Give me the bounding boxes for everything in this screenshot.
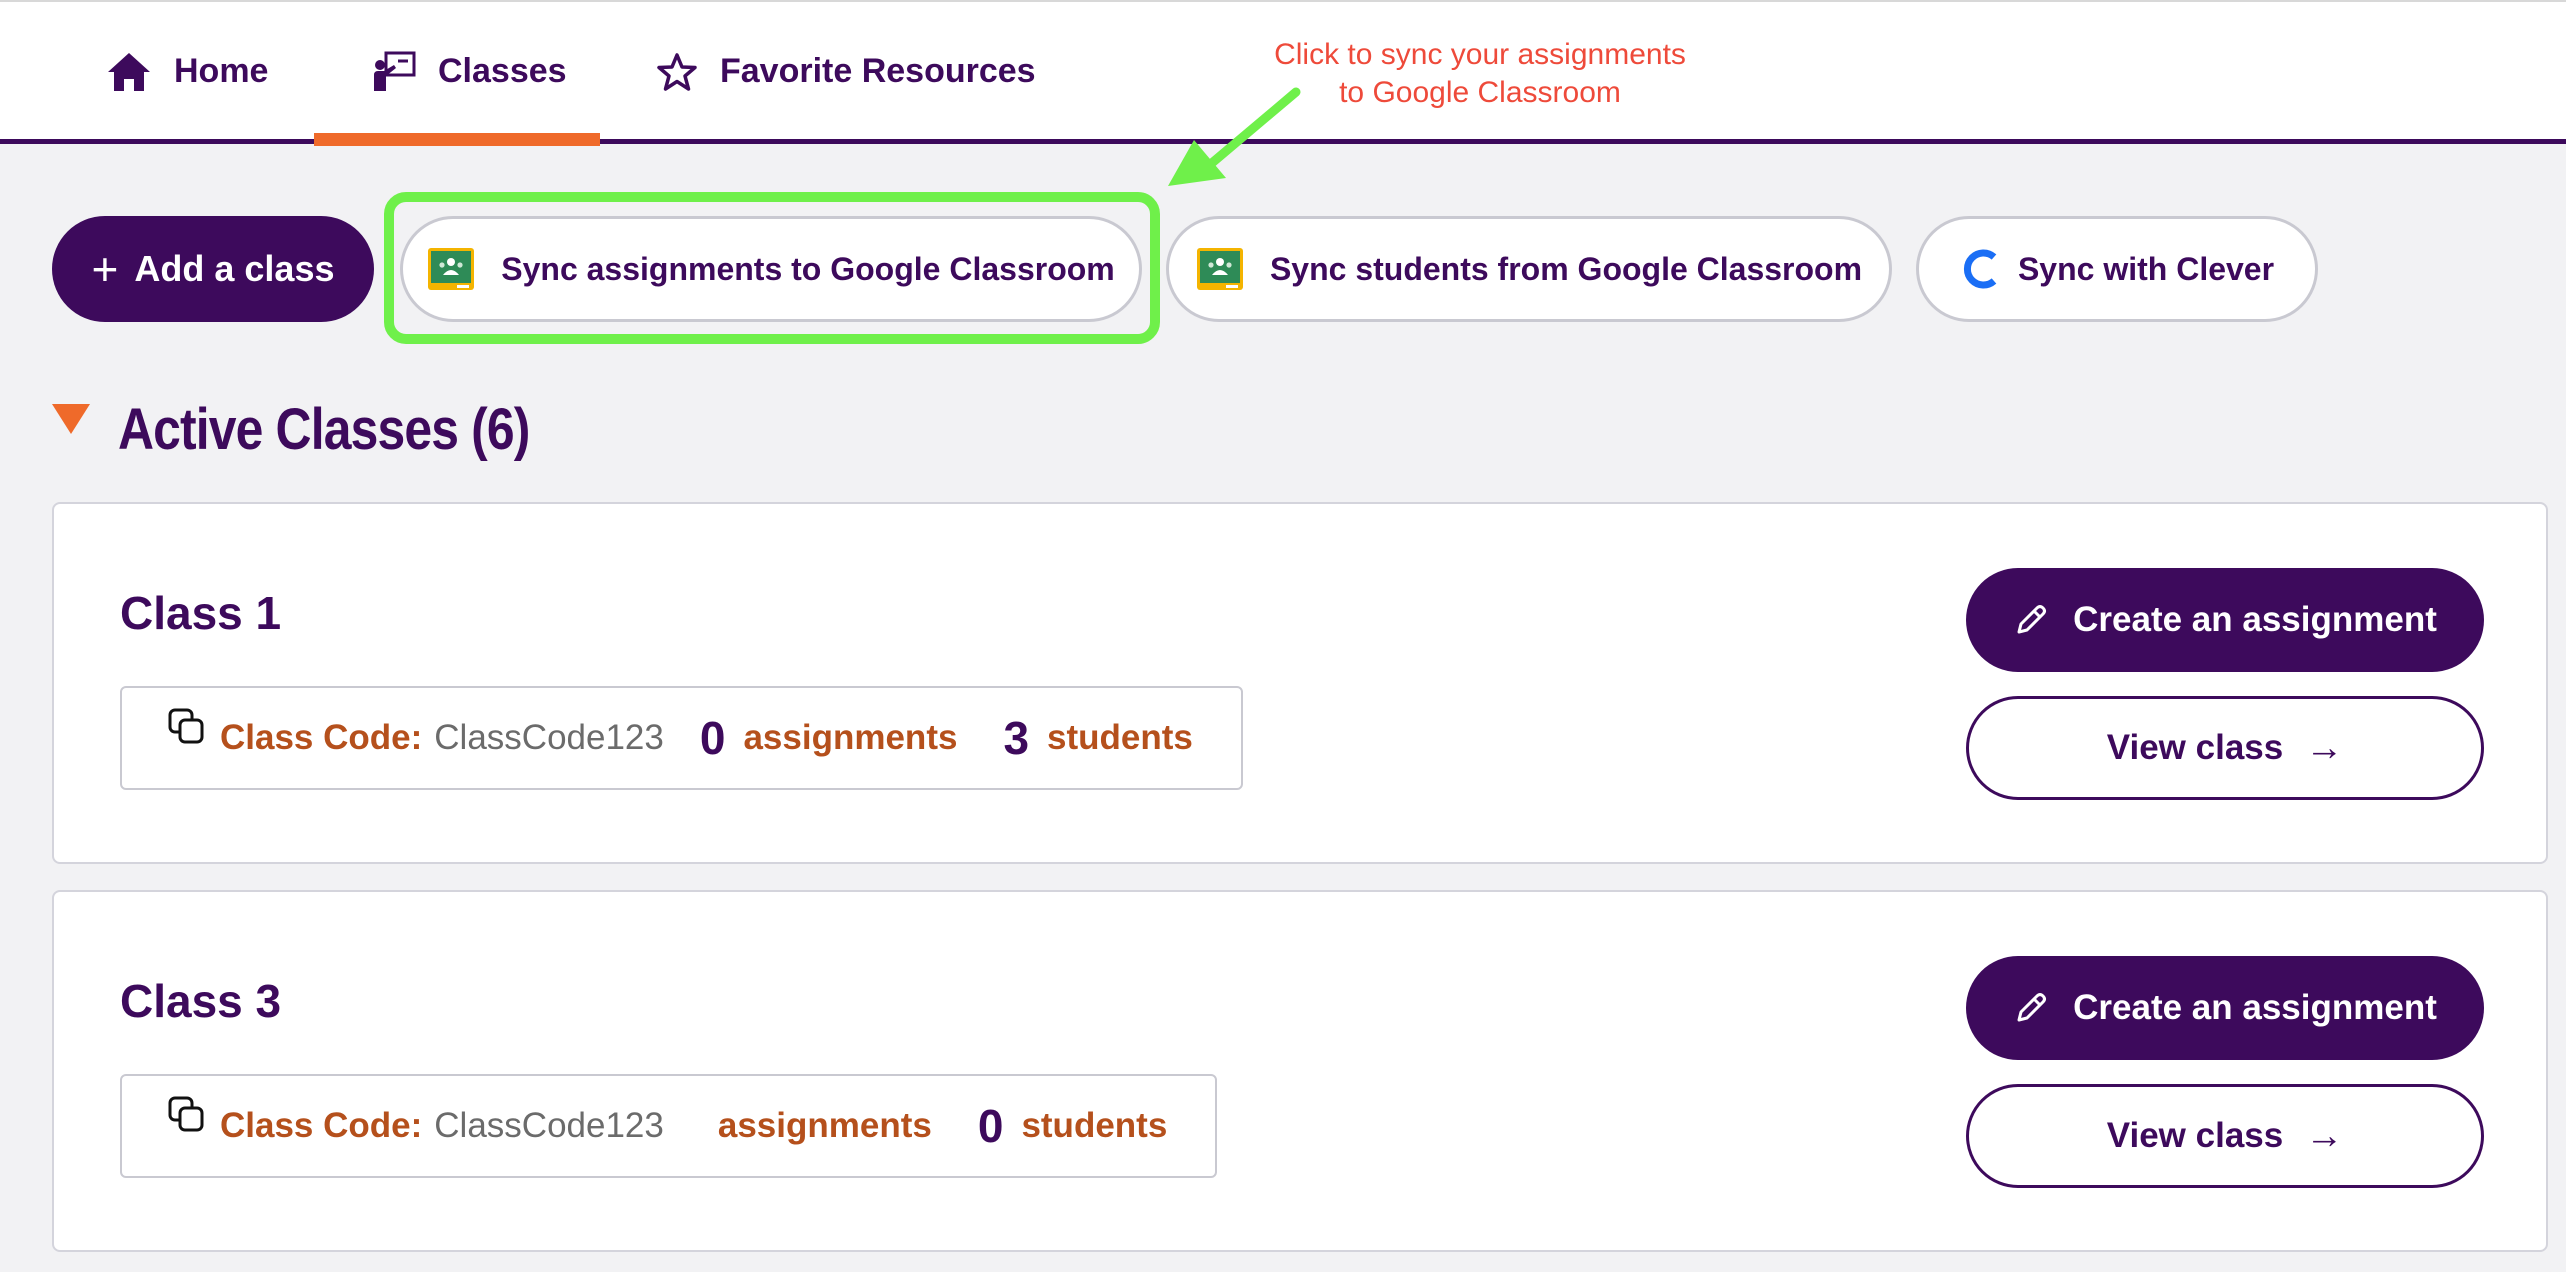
students-label: students — [1021, 1106, 1168, 1145]
add-class-label: Add a class — [134, 248, 335, 289]
view-class-label: View class — [2106, 728, 2284, 767]
pencil-icon — [2013, 602, 2049, 638]
active-classes-header[interactable]: Active Classes (6) — [52, 396, 596, 463]
google-classroom-icon — [1196, 247, 1244, 291]
annotation-arrow-icon — [1168, 87, 1301, 186]
students-label: students — [1047, 718, 1193, 757]
nav-item-home-label: Home — [174, 52, 269, 90]
nav-item-favorite-resources[interactable]: Favorite Resources — [656, 2, 1036, 141]
sync-with-clever-label: Sync with Clever — [2017, 250, 2275, 287]
class-card: Class 1 Class Code: ClassCode123 0 assig… — [52, 502, 2548, 864]
annotation-line-1: Click to sync your assignments — [1274, 38, 1686, 71]
collapse-triangle-icon[interactable] — [52, 403, 90, 434]
active-classes-title: Active Classes (6) — [118, 397, 530, 462]
view-class-button[interactable]: View class → — [1966, 1084, 2484, 1188]
class-code-value: ClassCode123 — [434, 718, 664, 757]
star-outline-icon — [656, 52, 698, 92]
class-code-value: ClassCode123 — [434, 1106, 664, 1145]
arrow-right-icon: → — [2305, 1114, 2344, 1157]
create-assignment-label: Create an assignment — [2073, 600, 2437, 639]
students-count: 3 — [1003, 712, 1030, 764]
teacher-board-icon — [372, 51, 416, 93]
assignments-count: 0 — [699, 712, 726, 764]
create-assignment-button[interactable]: Create an assignment — [1966, 568, 2484, 672]
class-name: Class 3 — [120, 975, 282, 1027]
view-class-label: View class — [2106, 1116, 2284, 1155]
create-assignment-label: Create an assignment — [2073, 988, 2437, 1027]
class-name: Class 1 — [120, 587, 282, 639]
add-class-button[interactable]: + Add a class — [52, 216, 374, 322]
class-code-label: Class Code: — [220, 718, 423, 757]
nav-item-classes-label: Classes — [438, 52, 567, 90]
nav-item-home[interactable]: Home — [106, 2, 268, 141]
copy-icon[interactable] — [168, 1096, 206, 1134]
sync-students-label: Sync students from Google Classroom — [1269, 250, 1863, 287]
sync-students-google-classroom-button[interactable]: Sync students from Google Classroom — [1166, 216, 1892, 322]
sync-assignments-label: Sync assignments to Google Classroom — [501, 250, 1115, 287]
class-card: Class 3 Class Code: ClassCode123 assignm… — [52, 890, 2548, 1252]
copy-icon[interactable] — [168, 708, 206, 746]
plus-icon: + — [91, 243, 119, 295]
sync-assignments-google-classroom-button[interactable]: Sync assignments to Google Classroom — [400, 216, 1142, 322]
create-assignment-button[interactable]: Create an assignment — [1966, 956, 2484, 1060]
students-count: 0 — [977, 1100, 1004, 1152]
assignments-label: assignments — [717, 1106, 932, 1145]
class-code-label: Class Code: — [220, 1106, 423, 1145]
arrow-right-icon: → — [2305, 726, 2344, 769]
pencil-icon — [2013, 990, 2049, 1026]
view-class-button[interactable]: View class → — [1966, 696, 2484, 800]
sync-with-clever-button[interactable]: Sync with Clever — [1916, 216, 2318, 322]
clever-logo-icon — [1960, 247, 2000, 291]
nav-item-classes[interactable]: Classes — [314, 2, 600, 146]
class-info-box: Class Code: ClassCode123 0 assignments 3… — [120, 686, 1243, 790]
class-info-box: Class Code: ClassCode123 assignments 0 s… — [120, 1074, 1218, 1178]
nav-item-favorite-resources-label: Favorite Resources — [720, 52, 1036, 90]
house-icon — [106, 51, 152, 93]
assignments-label: assignments — [743, 718, 958, 757]
google-classroom-icon — [427, 247, 475, 291]
